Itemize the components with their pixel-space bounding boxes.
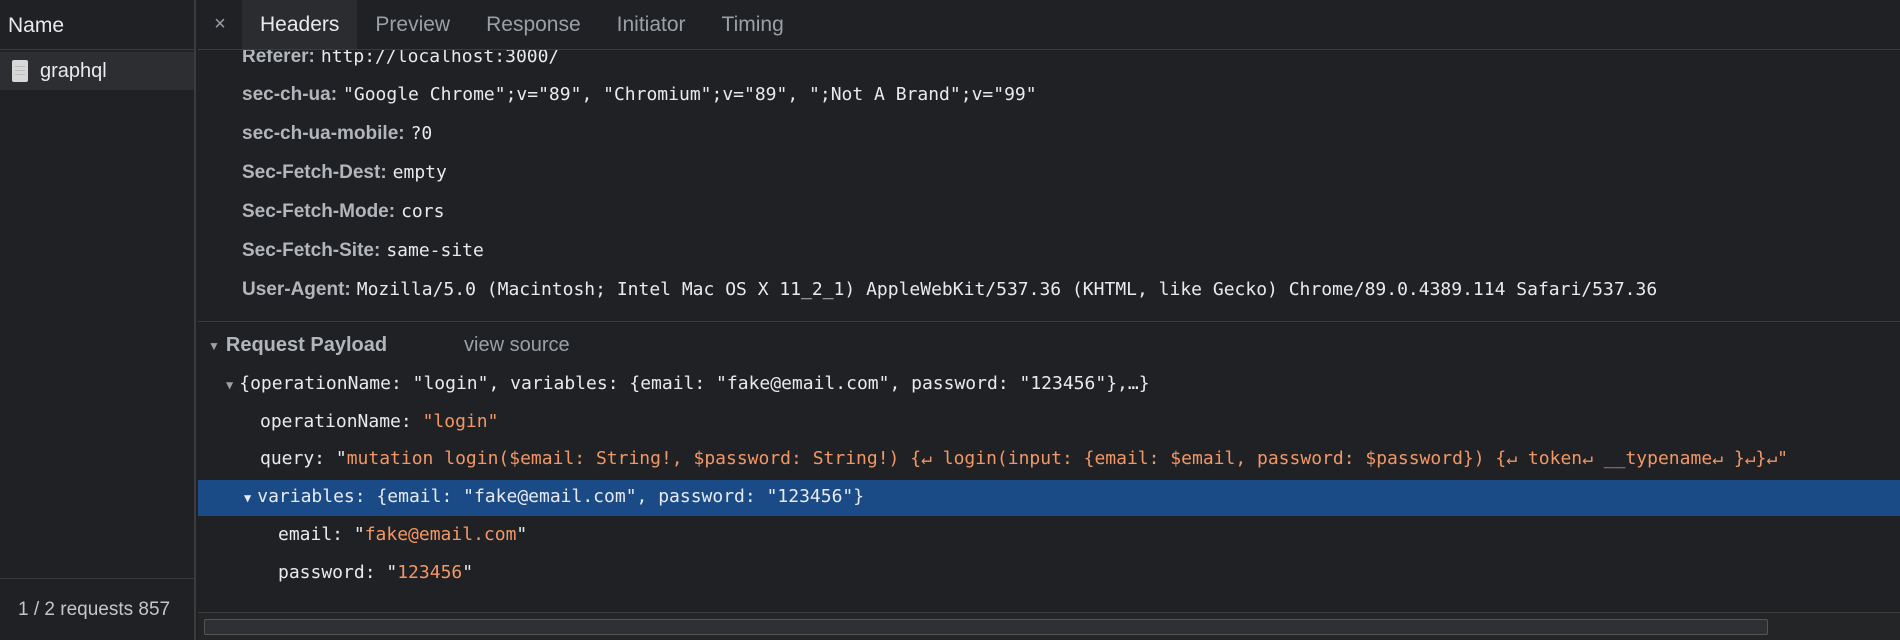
close-icon[interactable]: × — [198, 0, 242, 49]
header-key: Sec-Fetch-Dest: — [242, 162, 387, 183]
tab-response[interactable]: Response — [468, 0, 599, 49]
header-row-referer: Referer: http://localhost:3000/ — [242, 50, 559, 68]
header-row-sec-ch-ua: sec-ch-ua: "Google Chrome";v="89", "Chrom… — [242, 84, 1037, 106]
scrollbar-thumb[interactable] — [204, 619, 1768, 635]
password-open-quote: " — [386, 562, 398, 583]
payload-operation-row: operationName: "login" — [260, 411, 498, 432]
header-row-user-agent: User-Agent: Mozilla/5.0 (Macintosh; Intel… — [242, 279, 1657, 301]
payload-email-row: email: "fake@email.com" — [278, 524, 527, 545]
request-row-graphql[interactable]: graphql — [0, 52, 194, 90]
expand-triangle-icon[interactable]: ▼ — [226, 378, 233, 392]
header-value: cors — [401, 201, 445, 222]
email-value: fake@email.com — [364, 524, 517, 545]
header-value: "Google Chrome";v="89", "Chromium";v="89… — [343, 84, 1037, 105]
payload-summary: {operationName: "login", variables: {ema… — [239, 373, 1150, 394]
request-count-status: 1 / 2 requests 857 — [0, 578, 194, 640]
query-key: query: — [260, 448, 336, 469]
tab-timing[interactable]: Timing — [704, 0, 802, 49]
email-open-quote: " — [353, 524, 365, 545]
header-key: User-Agent: — [242, 279, 351, 300]
name-column-header[interactable]: Name — [0, 0, 194, 50]
email-key: email: — [278, 524, 354, 545]
query-value: mutation login($email: String!, $passwor… — [346, 448, 1789, 469]
header-row-sec-fetch-mode: Sec-Fetch-Mode: cors — [242, 201, 444, 223]
header-value: http://localhost:3000/ — [320, 50, 560, 67]
password-close-quote: " — [462, 562, 474, 583]
header-value: empty — [392, 162, 447, 183]
header-key: sec-ch-ua-mobile: — [242, 123, 405, 144]
payload-variables-row[interactable]: ▼ variables: {email: "fake@email.com", pa… — [244, 486, 864, 507]
collapse-triangle-icon[interactable]: ▼ — [208, 339, 220, 353]
operation-value: "login" — [422, 411, 499, 432]
header-key: Sec-Fetch-Site: — [242, 240, 381, 261]
header-row-sec-ch-ua-mobile: sec-ch-ua-mobile: ?0 — [242, 123, 432, 145]
request-details-panel: × Headers Preview Response Initiator Tim… — [198, 0, 1900, 640]
password-key: password: — [278, 562, 387, 583]
header-row-sec-fetch-site: Sec-Fetch-Site: same-site — [242, 240, 484, 262]
header-key: Referer: — [242, 50, 315, 67]
query-open-quote: " — [335, 448, 347, 469]
section-divider — [198, 321, 1900, 322]
tab-headers[interactable]: Headers — [242, 0, 358, 49]
request-payload-section-header[interactable]: ▼ Request Payload view source — [208, 334, 808, 357]
header-row-sec-fetch-dest: Sec-Fetch-Dest: empty — [242, 162, 447, 184]
header-key: Sec-Fetch-Mode: — [242, 201, 396, 222]
header-value: same-site — [386, 240, 484, 261]
header-value: ?0 — [410, 123, 433, 144]
headers-content: Referer: http://localhost:3000/ sec-ch-ua… — [198, 50, 1900, 612]
payload-password-row: password: "123456" — [278, 562, 473, 583]
password-value: 123456 — [397, 562, 463, 583]
horizontal-scrollbar[interactable] — [198, 612, 1900, 640]
variables-summary: variables: {email: "fake@email.com", pas… — [257, 486, 865, 507]
document-icon — [12, 60, 28, 82]
expand-triangle-icon[interactable]: ▼ — [244, 491, 251, 505]
email-close-quote: " — [516, 524, 528, 545]
operation-key: operationName: — [260, 411, 423, 432]
section-title: Request Payload — [225, 334, 388, 356]
payload-query-row: query: "mutation login($email: String!, … — [260, 448, 1788, 469]
header-value: Mozilla/5.0 (Macintosh; Intel Mac OS X 1… — [356, 279, 1658, 300]
payload-summary-row[interactable]: ▼ {operationName: "login", variables: {em… — [226, 373, 1150, 394]
tab-preview[interactable]: Preview — [357, 0, 468, 49]
header-key: sec-ch-ua: — [242, 84, 338, 105]
tab-initiator[interactable]: Initiator — [599, 0, 704, 49]
request-name: graphql — [40, 59, 107, 82]
view-source-link[interactable]: view source — [464, 334, 570, 357]
request-list-panel: Name graphql 1 / 2 requests 857 — [0, 0, 196, 640]
details-tabbar: × Headers Preview Response Initiator Tim… — [198, 0, 1900, 50]
